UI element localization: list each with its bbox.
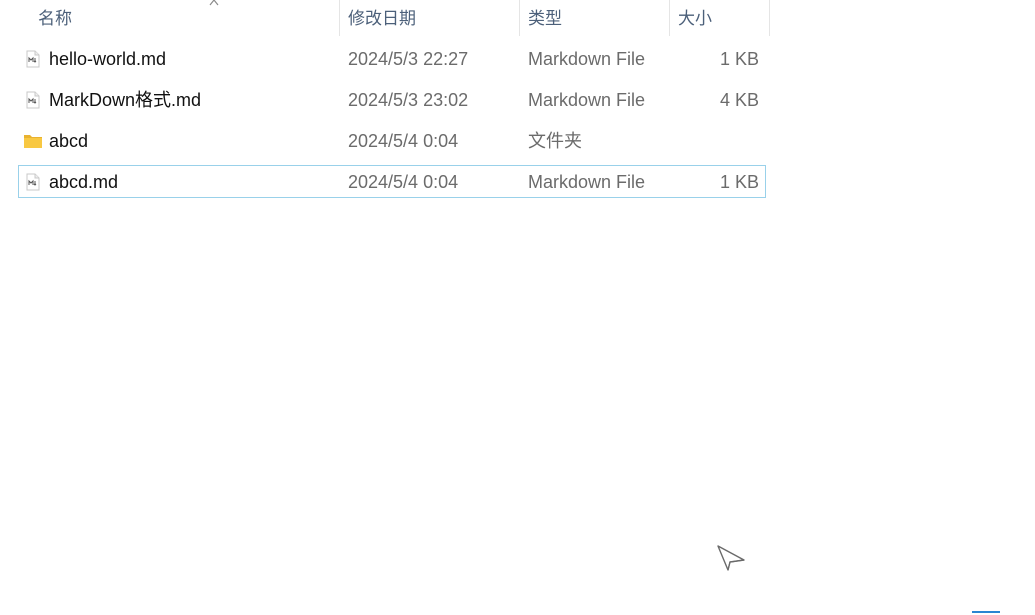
paper-plane-cursor-icon bbox=[717, 545, 745, 571]
markdown-file-icon bbox=[26, 91, 40, 109]
view-toggle-indicator[interactable] bbox=[972, 611, 1000, 615]
file-name: abcd bbox=[49, 131, 89, 151]
column-header-name[interactable]: 名称 bbox=[30, 0, 340, 36]
file-size: 1 KB bbox=[719, 49, 759, 69]
file-row[interactable]: MarkDown格式.md 2024/5/3 23:02 Markdown Fi… bbox=[18, 83, 766, 116]
file-name: hello-world.md bbox=[49, 49, 167, 69]
file-modified: 2024/5/3 23:02 bbox=[348, 90, 469, 110]
folder-icon bbox=[24, 135, 42, 148]
file-explorer-details-view: 名称 修改日期 类型 大小 hello-world.md 2024/5/3 22… bbox=[0, 0, 1035, 615]
column-header-name-label: 名称 bbox=[38, 9, 72, 28]
file-size: 4 KB bbox=[719, 90, 759, 110]
column-header-type[interactable]: 类型 bbox=[520, 0, 670, 36]
file-type: Markdown File bbox=[528, 49, 646, 69]
file-list: hello-world.md 2024/5/3 22:27 Markdown F… bbox=[18, 42, 766, 206]
file-row-focused[interactable]: abcd.md 2024/5/4 0:04 Markdown File 1 KB bbox=[18, 165, 766, 198]
file-type: Markdown File bbox=[528, 90, 646, 110]
column-header-date-label: 修改日期 bbox=[348, 9, 416, 28]
file-name: abcd.md bbox=[49, 172, 119, 192]
column-header-date[interactable]: 修改日期 bbox=[340, 0, 520, 36]
column-header-bar: 名称 修改日期 类型 大小 bbox=[0, 0, 770, 36]
file-size: 1 KB bbox=[719, 172, 759, 192]
column-header-size-label: 大小 bbox=[678, 9, 712, 28]
file-row[interactable]: hello-world.md 2024/5/3 22:27 Markdown F… bbox=[18, 42, 766, 75]
file-modified: 2024/5/4 0:04 bbox=[348, 172, 459, 192]
file-name: MarkDown格式.md bbox=[49, 90, 202, 110]
markdown-file-icon bbox=[26, 173, 40, 191]
file-type: Markdown File bbox=[528, 172, 646, 192]
markdown-file-icon bbox=[26, 50, 40, 68]
column-header-type-label: 类型 bbox=[528, 9, 562, 28]
folder-row[interactable]: abcd 2024/5/4 0:04 文件夹 bbox=[18, 124, 766, 157]
column-header-size[interactable]: 大小 bbox=[670, 0, 770, 36]
file-type: 文件夹 bbox=[528, 131, 582, 151]
file-modified: 2024/5/3 22:27 bbox=[348, 49, 469, 69]
file-modified: 2024/5/4 0:04 bbox=[348, 131, 459, 151]
sort-ascending-icon bbox=[209, 0, 219, 6]
